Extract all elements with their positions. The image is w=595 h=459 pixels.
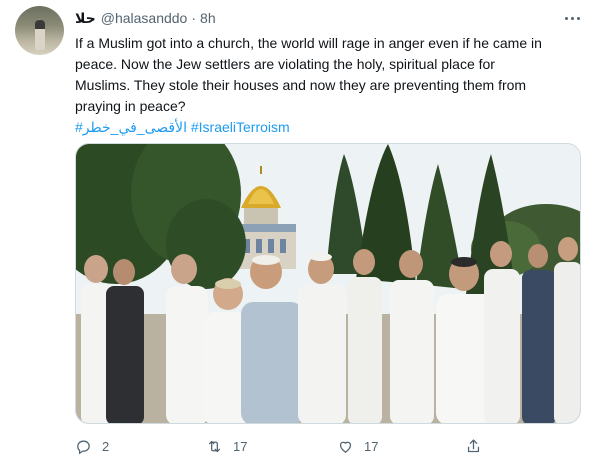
hashtag-arabic[interactable]: #الأقصى_في_خطر <box>75 119 187 135</box>
reply-count: 2 <box>102 438 110 454</box>
reply-button[interactable]: 2 <box>75 436 109 456</box>
like-button[interactable]: 17 <box>337 436 378 456</box>
tweet-actions: 2 17 17 <box>75 436 581 456</box>
like-count: 17 <box>364 438 379 454</box>
avatar-figure <box>35 20 45 50</box>
separator-dot: · <box>191 10 197 26</box>
hashtag-israeli-terroism[interactable]: #IsraeliTerroism <box>191 119 290 135</box>
more-icon[interactable] <box>561 8 583 28</box>
share-button[interactable] <box>465 436 482 456</box>
user-handle[interactable]: @halasanddo <box>101 10 188 26</box>
tweet[interactable]: حلا @halasanddo · 8h If a Muslim got int… <box>0 0 595 459</box>
tweet-photo[interactable] <box>75 143 581 424</box>
tweet-text: If a Muslim got into a church, the world… <box>75 33 585 138</box>
reply-icon <box>77 440 90 454</box>
timestamp[interactable]: 8h <box>200 10 216 26</box>
share-icon <box>467 438 480 452</box>
retweet-button[interactable]: 17 <box>206 436 247 456</box>
tweet-text-line: peace. Now the Jew settlers are violatin… <box>75 56 495 72</box>
retweet-icon <box>208 440 221 452</box>
tweet-text-line: Muslims. They stole their houses and now… <box>75 77 527 93</box>
tweet-text-line: praying in peace? <box>75 98 186 114</box>
heart-icon <box>339 441 352 453</box>
tweet-header: حلا @halasanddo · 8h <box>75 9 216 27</box>
tweet-text-line: If a Muslim got into a church, the world… <box>75 35 542 51</box>
display-name[interactable]: حلا <box>75 10 96 27</box>
retweet-count: 17 <box>233 438 248 454</box>
avatar[interactable] <box>15 6 64 55</box>
